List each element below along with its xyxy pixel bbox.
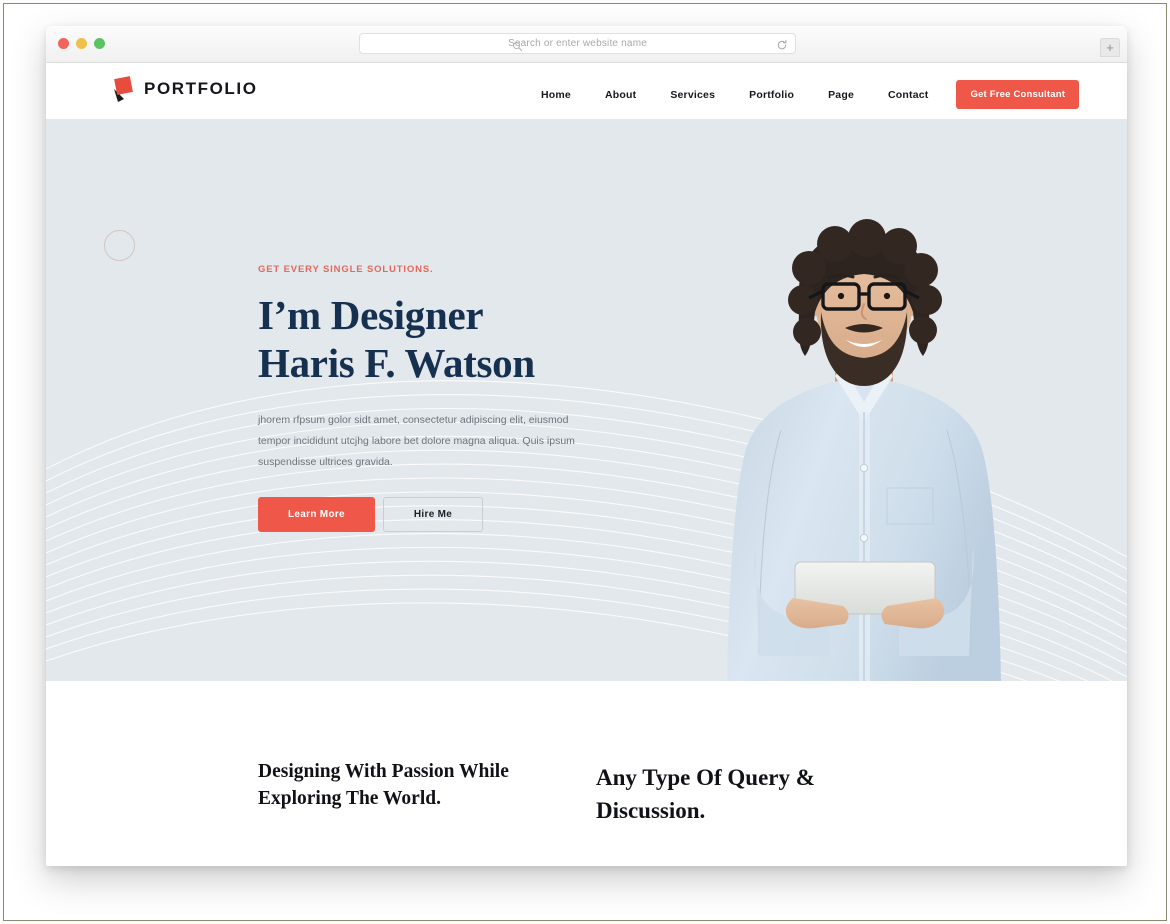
address-bar[interactable]: Search or enter website name [359, 33, 796, 54]
close-window-button[interactable] [58, 38, 69, 49]
hero-eyebrow: GET EVERY SINGLE SOLUTIONS. [258, 264, 434, 275]
nav-item-portfolio[interactable]: Portfolio [749, 85, 794, 105]
browser-chrome: Search or enter website name + [46, 26, 1127, 63]
new-tab-button[interactable]: + [1100, 38, 1120, 57]
page-frame: Search or enter website name + PORTFOLIO… [3, 3, 1167, 921]
bottom-right-heading: Any Type Of Query & Discussion. [596, 765, 815, 824]
hero-paragraph: jhorem rfpsum golor sidt amet, consectet… [258, 413, 575, 468]
hero-section: GET EVERY SINGLE SOLUTIONS. I’m Designer… [46, 119, 1127, 681]
get-free-consultant-button[interactable]: Get Free Consultant [956, 80, 1080, 109]
nav-item-home[interactable]: Home [541, 85, 571, 105]
page-background: Search or enter website name + PORTFOLIO… [4, 4, 1166, 920]
address-bar-placeholder: Search or enter website name [507, 38, 647, 49]
hero-portrait-photo [727, 219, 1001, 681]
hero-copy: GET EVERY SINGLE SOLUTIONS. I’m Designer… [258, 264, 598, 532]
hero-headline-line1: I’m Designer [258, 292, 484, 338]
nav-item-about[interactable]: About [605, 85, 636, 105]
page-viewport: PORTFOLIO Home About Services Portfolio … [46, 63, 1127, 866]
bottom-left-block: Designing With Passion While Exploring T… [258, 759, 558, 813]
reload-icon[interactable] [776, 38, 788, 50]
brand-name: PORTFOLIO [144, 79, 258, 98]
nav-item-contact[interactable]: Contact [888, 85, 928, 105]
bottom-section: Designing With Passion While Exploring T… [46, 681, 1127, 866]
bottom-left-heading: Designing With Passion While Exploring T… [258, 761, 509, 809]
minimize-window-button[interactable] [76, 38, 87, 49]
nav-item-page[interactable]: Page [828, 85, 854, 105]
bottom-right-block: Any Type Of Query & Discussion. [596, 761, 916, 828]
browser-window: Search or enter website name + PORTFOLIO… [46, 26, 1127, 866]
brand-logo[interactable]: PORTFOLIO [111, 75, 258, 103]
search-icon [512, 39, 523, 52]
hero-action-buttons: Learn More Hire Me [258, 496, 598, 532]
site-header: PORTFOLIO Home About Services Portfolio … [46, 63, 1127, 119]
hire-me-button[interactable]: Hire Me [382, 496, 484, 532]
decorative-circle [104, 230, 135, 261]
hero-headline: I’m Designer Haris F. Watson [258, 292, 598, 388]
nav-item-services[interactable]: Services [670, 85, 715, 105]
hero-headline-line2: Haris F. Watson [258, 339, 535, 386]
window-controls [58, 38, 105, 49]
portfolio-logo-icon [111, 75, 137, 103]
main-navigation: Home About Services Portfolio Page Conta… [541, 80, 1080, 109]
maximize-window-button[interactable] [94, 38, 105, 49]
learn-more-button[interactable]: Learn More [258, 496, 375, 532]
